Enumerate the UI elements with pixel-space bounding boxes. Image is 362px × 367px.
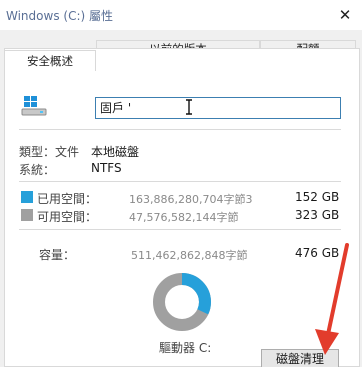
- usage-donut: [153, 273, 211, 331]
- separator-top: [19, 129, 341, 130]
- separator-middle: [19, 181, 341, 182]
- separator-bottom: [19, 229, 341, 230]
- red-arrow-annotation: [315, 243, 349, 355]
- used-space-bytes: 163,886,280,704字節3: [129, 193, 253, 206]
- used-space-swatch: [21, 191, 33, 203]
- type-value: 本地磁盤: [91, 145, 140, 159]
- free-space-size: 323 GB: [295, 208, 340, 222]
- general-panel: 固戶 ' 類型：文件 本地磁盤 系統： NTFS 已用空間： 163,886,2…: [4, 48, 360, 367]
- free-space-bytes: 47,576,582,144字節: [129, 211, 239, 224]
- used-space-size: 152 GB: [295, 190, 340, 204]
- text-cursor-icon: [186, 99, 192, 115]
- filesystem-value: NTFS: [91, 161, 122, 175]
- title-bar: Windows (C:) 屬性 ✕: [0, 0, 362, 30]
- drive-name-input[interactable]: 固戶 ': [95, 97, 341, 119]
- capacity-bytes: 511,462,862,848字節: [131, 249, 248, 262]
- drive-letter-label: 驅動器 C:: [159, 341, 212, 355]
- filesystem-label: 系統：: [19, 163, 56, 177]
- free-space-swatch: [21, 209, 33, 221]
- window-title: Windows (C:) 屬性: [6, 9, 113, 23]
- used-space-label: 已用空間：: [37, 192, 98, 206]
- close-button[interactable]: ✕: [328, 0, 362, 30]
- drive-windows-icon: [21, 96, 47, 116]
- capacity-label: 容量：: [39, 248, 76, 262]
- type-label: 類型：文件: [19, 145, 80, 159]
- free-space-label: 可用空間：: [37, 210, 98, 224]
- tab-security-overview[interactable]: 安全概述: [4, 50, 96, 71]
- tab-security-overview-label: 安全概述: [27, 54, 73, 68]
